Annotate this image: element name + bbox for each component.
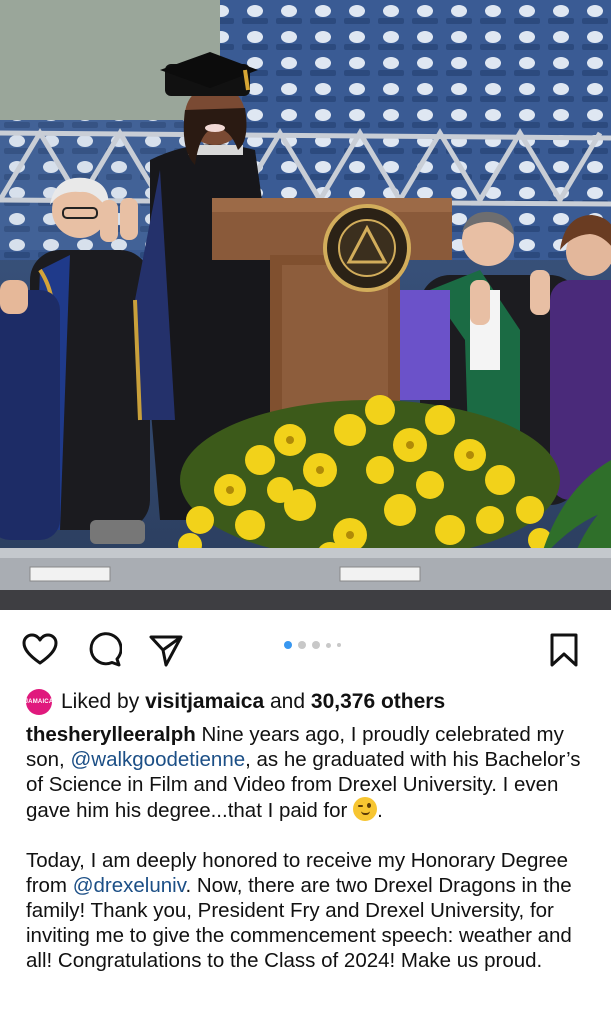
caption-text: . <box>377 799 383 822</box>
post-photo[interactable] <box>0 0 611 610</box>
liker-avatar[interactable]: JAMAICA <box>25 689 53 715</box>
caption-username[interactable]: thesherylleeralph <box>26 723 196 746</box>
heart-icon[interactable] <box>22 632 58 668</box>
likes-prefix: Liked by <box>61 690 140 713</box>
carousel-dot <box>298 641 306 649</box>
post-caption: thesherylleeralph Nine years ago, I prou… <box>26 722 591 973</box>
bookmark-icon[interactable] <box>546 632 582 668</box>
commencement-photo <box>0 0 611 610</box>
likes-connector: and <box>270 690 306 713</box>
post-action-bar <box>0 618 611 682</box>
carousel-dot <box>337 643 341 647</box>
likes-count[interactable]: 30,376 others <box>311 690 445 713</box>
mention-link[interactable]: @walkgoodetienne <box>70 748 245 771</box>
carousel-dot-active <box>284 641 292 649</box>
winking-face-emoji-icon <box>353 797 378 821</box>
carousel-dot <box>312 641 320 649</box>
liker-username[interactable]: visitjamaica <box>145 690 264 713</box>
comment-icon[interactable] <box>86 632 123 668</box>
caption-paragraph-2: Today, I am deeply honored to receive my… <box>26 848 591 973</box>
carousel-indicator <box>284 641 341 649</box>
seated-guest-far-left <box>0 280 60 540</box>
caption-paragraph-1: thesherylleeralph Nine years ago, I prou… <box>26 722 591 823</box>
share-icon[interactable] <box>148 632 184 668</box>
likes-row: JAMAICA Liked by visitjamaica and 30,376… <box>25 689 445 715</box>
carousel-dot <box>326 642 331 648</box>
mention-link[interactable]: @drexeluniv <box>73 874 186 897</box>
